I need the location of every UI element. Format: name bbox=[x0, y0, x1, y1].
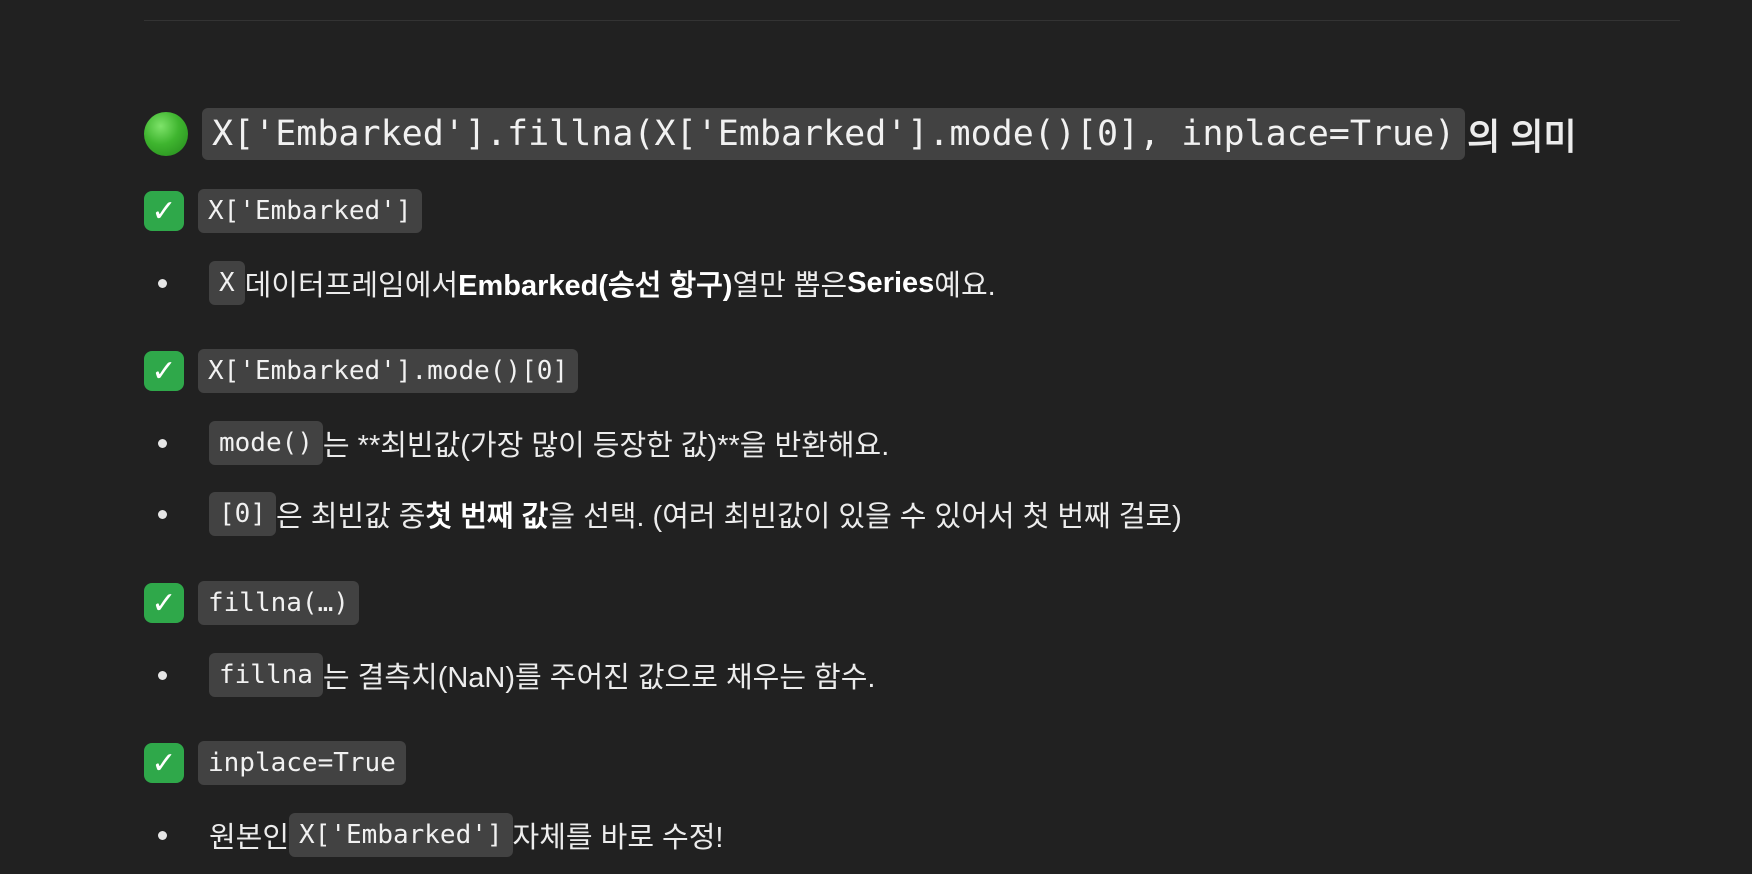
heading-suffix: 의 의미 bbox=[1467, 116, 1577, 157]
list-text: 을 선택. (여러 최빈값이 있을 수 있어서 첫 번째 걸로) bbox=[548, 501, 1182, 533]
inline-code: fillna bbox=[209, 653, 323, 697]
subheading-code: X['Embarked'].mode()[0] bbox=[198, 349, 579, 393]
inline-code: X['Embarked'] bbox=[289, 813, 513, 857]
check-mark-icon: ✓ bbox=[144, 583, 184, 623]
subheading-mode: ✓ X['Embarked'].mode()[0] bbox=[144, 349, 579, 393]
list-item: mode() 는 **최빈값(가장 많이 등장한 값)**을 반환해요. bbox=[158, 421, 889, 465]
check-mark-icon: ✓ bbox=[144, 743, 184, 783]
section-heading: X['Embarked'].fillna(X['Embarked'].mode(… bbox=[144, 106, 1577, 162]
inline-code: [0] bbox=[209, 492, 276, 536]
inline-code: X bbox=[209, 261, 245, 305]
check-mark-icon: ✓ bbox=[144, 351, 184, 391]
subheading-fillna: ✓ fillna(…) bbox=[144, 581, 359, 625]
bullet-dot bbox=[158, 830, 167, 840]
bold-text: Embarked(승선 항구) bbox=[458, 270, 733, 302]
inline-code: mode() bbox=[209, 421, 323, 465]
subheading-code: inplace=True bbox=[198, 741, 406, 785]
list-text: 자체를 바로 수정! bbox=[512, 822, 724, 854]
top-divider bbox=[144, 20, 1680, 21]
bullet-dot bbox=[158, 670, 167, 680]
bullet-dot bbox=[158, 509, 167, 519]
list-text: 는 **최빈값(가장 많이 등장한 값)**을 반환해요. bbox=[322, 430, 890, 462]
list-item: [0] 은 최빈값 중 첫 번째 값 을 선택. (여러 최빈값이 있을 수 있… bbox=[158, 492, 1182, 536]
green-circle-icon bbox=[144, 112, 188, 156]
heading-code: X['Embarked'].fillna(X['Embarked'].mode(… bbox=[202, 108, 1466, 160]
list-item: X 데이터프레임에서 Embarked(승선 항구) 열만 뽑은 Series … bbox=[158, 261, 996, 305]
subheading-embarked: ✓ X['Embarked'] bbox=[144, 189, 422, 233]
list-item: 원본인 X['Embarked'] 자체를 바로 수정! bbox=[158, 813, 723, 857]
list-text: 예요. bbox=[934, 270, 996, 302]
subheading-code: X['Embarked'] bbox=[198, 189, 422, 233]
bullet-dot bbox=[158, 278, 167, 288]
list-item: fillna 는 결측치(NaN)를 주어진 값으로 채우는 함수. bbox=[158, 653, 875, 697]
check-mark-icon: ✓ bbox=[144, 191, 184, 231]
list-text: 원본인 bbox=[209, 822, 290, 854]
bold-text: 첫 번째 값 bbox=[425, 501, 549, 533]
bullet-dot bbox=[158, 438, 167, 448]
list-text: 데이터프레임에서 bbox=[244, 270, 459, 302]
subheading-code: fillna(…) bbox=[198, 581, 359, 625]
subheading-inplace: ✓ inplace=True bbox=[144, 741, 406, 785]
list-text: 열만 뽑은 bbox=[732, 270, 848, 302]
bold-text: Series bbox=[847, 266, 935, 299]
list-text: 는 결측치(NaN)를 주어진 값으로 채우는 함수. bbox=[322, 662, 876, 694]
list-text: 은 최빈값 중 bbox=[275, 501, 426, 533]
